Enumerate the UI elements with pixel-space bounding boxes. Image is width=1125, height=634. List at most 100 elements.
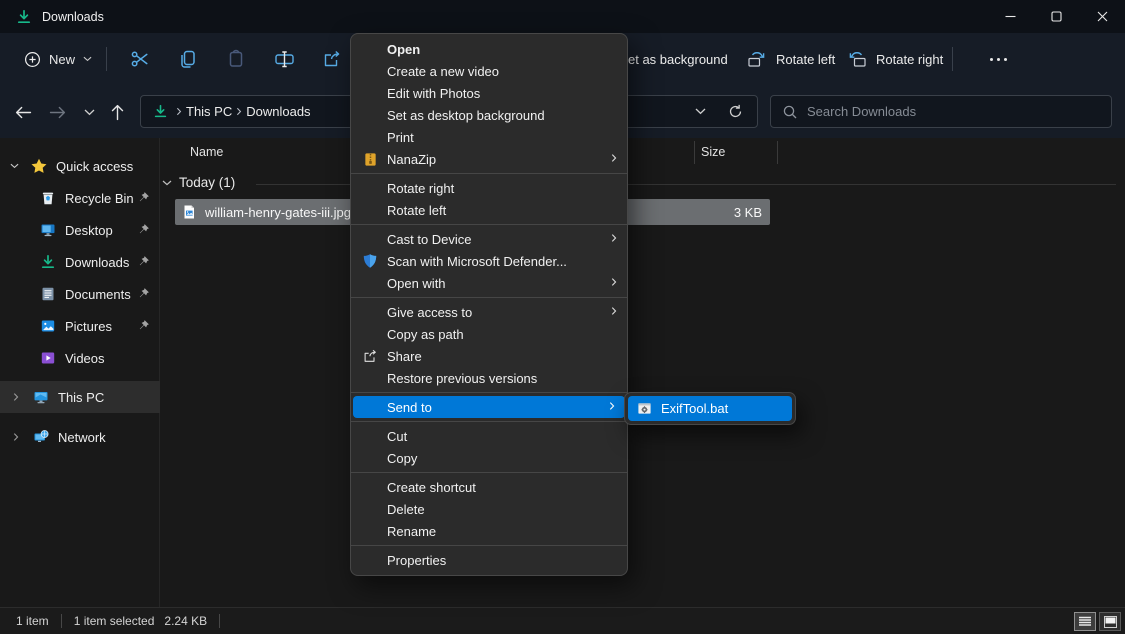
documents-icon: [40, 286, 56, 302]
refresh-icon[interactable]: [728, 104, 743, 119]
column-header-size[interactable]: Size: [701, 145, 725, 159]
network-icon: [33, 429, 49, 445]
sidebar-item-this-pc[interactable]: This PC: [0, 381, 160, 413]
rotate-right-label: Rotate right: [876, 52, 943, 67]
paste-button[interactable]: [214, 41, 258, 77]
thumbnail-view-icon: [1104, 616, 1117, 628]
minimize-button[interactable]: [987, 0, 1033, 33]
sidebar-item-label: Recycle Bin: [65, 191, 134, 206]
item-count: 1 item: [16, 614, 49, 628]
close-button[interactable]: [1079, 0, 1125, 33]
menu-item-edit-with-photos[interactable]: Edit with Photos: [351, 82, 627, 104]
up-icon: [111, 104, 124, 121]
search-box[interactable]: [770, 95, 1112, 128]
downloads-icon: [153, 104, 168, 119]
menu-item-open[interactable]: Open: [351, 38, 627, 60]
more-button[interactable]: [978, 47, 1018, 71]
menu-item-cast-to-device[interactable]: Cast to Device: [351, 228, 627, 250]
window-controls: [987, 0, 1125, 33]
menu-item-cut[interactable]: Cut: [351, 425, 627, 447]
chevron-right-icon[interactable]: [10, 432, 22, 442]
maximize-button[interactable]: [1033, 0, 1079, 33]
cut-button[interactable]: [118, 41, 162, 77]
sidebar-item-label: Documents: [65, 287, 131, 302]
search-input[interactable]: [807, 104, 1099, 119]
menu-item-send-to[interactable]: Send to: [353, 396, 625, 418]
menu-item-rotate-right[interactable]: Rotate right: [351, 177, 627, 199]
nanazip-icon: [361, 150, 379, 168]
forward-button[interactable]: [42, 97, 72, 127]
up-button[interactable]: [102, 97, 132, 127]
chevron-down-icon[interactable]: [162, 180, 172, 186]
chevron-right-icon[interactable]: [10, 392, 22, 402]
thumbnail-view-button[interactable]: [1099, 612, 1121, 631]
file-name: william-henry-gates-iii.jpg: [205, 205, 351, 220]
column-divider[interactable]: [777, 141, 778, 164]
desktop-icon: [40, 222, 56, 238]
menu-item-nanazip[interactable]: NanaZip: [351, 148, 627, 170]
submenu-arrow-icon: [611, 153, 617, 163]
menu-item-rotate-left[interactable]: Rotate left: [351, 199, 627, 221]
pin-icon: [137, 255, 150, 268]
sidebar: Quick access Recycle Bin Desktop Downloa…: [0, 138, 160, 607]
chevron-down-icon: [83, 56, 92, 62]
menu-item-scan-with-defender[interactable]: Scan with Microsoft Defender...: [351, 250, 627, 272]
sidebar-item-quick-access[interactable]: Quick access: [0, 150, 160, 182]
sidebar-item-videos[interactable]: Videos: [0, 342, 160, 374]
copy-button[interactable]: [166, 41, 210, 77]
image-file-icon: [181, 204, 197, 220]
set-as-background-label: et as background: [628, 52, 728, 67]
menu-separator: [351, 224, 627, 225]
menu-item-share[interactable]: Share: [351, 345, 627, 367]
column-header-name[interactable]: Name: [190, 145, 223, 159]
this-pc-icon: [33, 389, 49, 405]
pin-icon: [137, 287, 150, 300]
rotate-left-button[interactable]: Rotate left: [746, 43, 835, 75]
back-button[interactable]: [8, 97, 38, 127]
set-as-background-button[interactable]: et as background: [628, 43, 728, 75]
chevron-down-icon[interactable]: [8, 163, 20, 169]
sidebar-item-documents[interactable]: Documents: [0, 278, 160, 310]
sidebar-item-pictures[interactable]: Pictures: [0, 310, 160, 342]
breadcrumb-downloads[interactable]: Downloads: [242, 104, 314, 119]
share-icon: [361, 347, 379, 365]
rotate-right-button[interactable]: Rotate right: [846, 43, 943, 75]
details-view-button[interactable]: [1074, 612, 1096, 631]
menu-item-properties[interactable]: Properties: [351, 549, 627, 571]
submenu-arrow-icon: [609, 401, 615, 411]
rotate-left-label: Rotate left: [776, 52, 835, 67]
menu-item-open-with[interactable]: Open with: [351, 272, 627, 294]
sidebar-item-network[interactable]: Network: [0, 421, 160, 453]
sidebar-item-recycle-bin[interactable]: Recycle Bin: [0, 182, 160, 214]
menu-item-rename[interactable]: Rename: [351, 520, 627, 542]
group-label: Today (1): [179, 175, 235, 190]
menu-item-set-as-desktop-background[interactable]: Set as desktop background: [351, 104, 627, 126]
new-button[interactable]: New: [14, 43, 102, 75]
group-header-today[interactable]: Today (1): [162, 175, 235, 190]
sidebar-item-desktop[interactable]: Desktop: [0, 214, 160, 246]
toolbar-divider: [106, 47, 107, 71]
status-bar: 1 item 1 item selected 2.24 KB: [0, 607, 1125, 634]
menu-item-copy-as-path[interactable]: Copy as path: [351, 323, 627, 345]
submenu-item-exiftool[interactable]: ExifTool.bat: [628, 396, 792, 421]
menu-item-create-shortcut[interactable]: Create shortcut: [351, 476, 627, 498]
breadcrumb-this-pc[interactable]: This PC: [182, 104, 236, 119]
address-dropdown-icon[interactable]: [695, 108, 706, 115]
sidebar-item-downloads[interactable]: Downloads: [0, 246, 160, 278]
menu-item-delete[interactable]: Delete: [351, 498, 627, 520]
menu-item-copy[interactable]: Copy: [351, 447, 627, 469]
window-title: Downloads: [42, 10, 104, 24]
menu-item-print[interactable]: Print: [351, 126, 627, 148]
menu-item-give-access-to[interactable]: Give access to: [351, 301, 627, 323]
new-button-label: New: [49, 52, 75, 67]
recent-locations-button[interactable]: [74, 97, 104, 127]
copy-icon: [178, 49, 198, 69]
close-icon: [1097, 11, 1108, 22]
menu-item-create-new-video[interactable]: Create a new video: [351, 60, 627, 82]
share-button[interactable]: [310, 41, 354, 77]
rename-button[interactable]: [262, 41, 306, 77]
sidebar-item-label: Desktop: [65, 223, 113, 238]
menu-item-restore-previous-versions[interactable]: Restore previous versions: [351, 367, 627, 389]
sidebar-item-label: This PC: [58, 390, 104, 405]
column-divider[interactable]: [694, 141, 695, 164]
